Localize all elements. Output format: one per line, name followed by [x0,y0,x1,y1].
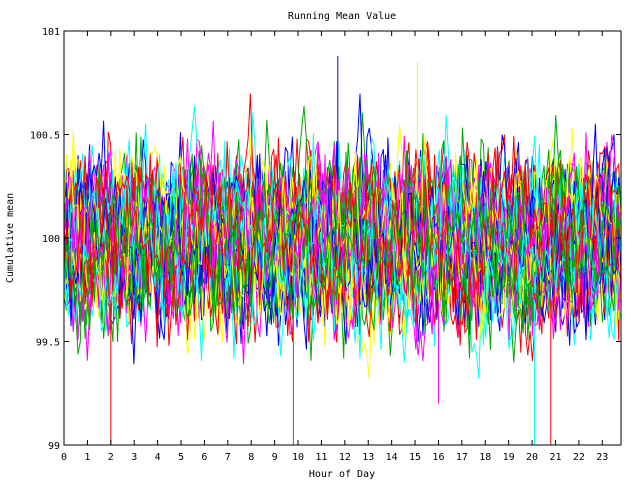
y-tick-label: 99.5 [36,338,60,349]
y-tick-label: 99 [48,441,60,452]
x-tick-label: 2 [108,452,114,463]
x-tick-label: 19 [503,452,515,463]
y-tick-label: 101 [42,27,60,38]
y-axis-label: Cumulative mean [5,193,16,283]
x-tick-label: 22 [573,452,585,463]
x-tick-label: 23 [596,452,608,463]
x-tick-label: 9 [272,452,278,463]
x-tick-label: 5 [178,452,184,463]
x-axis-label: Hour of Day [309,469,375,480]
x-tick-label: 18 [479,452,491,463]
x-tick-label: 10 [292,452,304,463]
x-tick-label: 14 [386,452,398,463]
x-tick-label: 21 [549,452,561,463]
x-tick-label: 20 [526,452,538,463]
y-tick-label: 100 [42,234,60,245]
chart-title: Running Mean Value [288,11,396,22]
x-tick-label: 16 [432,452,444,463]
chart: Running Mean Value 9999.5100100.5101 012… [5,11,622,480]
x-tick-label: 15 [409,452,421,463]
series-lines [63,55,622,445]
x-tick-label: 3 [131,452,137,463]
x-tick-label: 1 [84,452,90,463]
x-tick-label: 6 [201,452,207,463]
x-tick-label: 7 [225,452,231,463]
x-tick-label: 4 [155,452,161,463]
x-tick-label: 0 [61,452,67,463]
x-tick-label: 8 [248,452,254,463]
y-tick-label: 100.5 [30,131,60,142]
x-tick-label: 13 [362,452,374,463]
x-tick-label: 12 [339,452,351,463]
x-tick-label: 17 [456,452,468,463]
x-tick-label: 11 [315,452,327,463]
